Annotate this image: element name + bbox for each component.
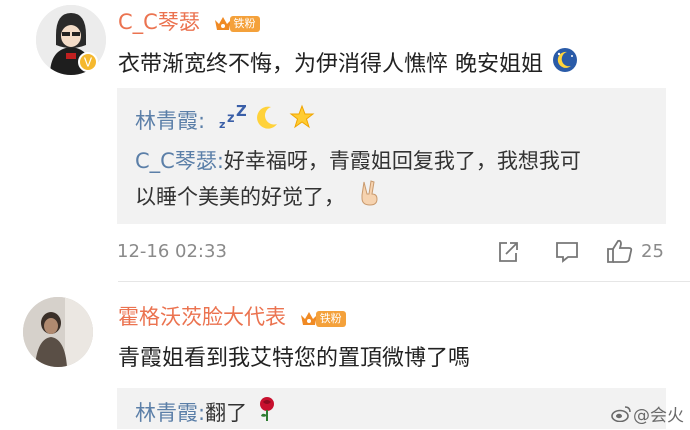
timestamp: 12-16 02:33: [117, 241, 227, 262]
victory-hand-icon: [356, 179, 382, 212]
comment-text-content: 青霞姐看到我艾特您的置頂微博了嗎: [118, 346, 471, 371]
badge-label: 铁粉: [315, 311, 346, 327]
reply-separator: :: [198, 109, 206, 133]
like-icon[interactable]: [606, 238, 634, 268]
svg-text:z: z: [227, 111, 235, 126]
reply-line: 以睡个美美的好觉了，: [135, 179, 382, 215]
watermark: @会火: [611, 401, 684, 427]
svg-text:z: z: [219, 118, 225, 130]
reply-line: 林青霞:翻了: [135, 396, 278, 430]
reply-author[interactable]: C_C琴瑟: [135, 149, 217, 173]
fan-badge: 铁粉: [213, 11, 260, 32]
comment-text: 青霞姐看到我艾特您的置頂微博了嗎: [118, 340, 470, 372]
verified-icon: V: [78, 52, 98, 76]
rose-icon: [256, 396, 278, 427]
username-text[interactable]: C_C琴瑟: [118, 10, 200, 34]
reply-text-continued: 以睡个美美的好觉了，: [135, 185, 345, 209]
badge-label: 铁粉: [229, 16, 260, 32]
weibo-logo-icon: [611, 405, 631, 427]
username[interactable]: C_C琴瑟 铁粉: [118, 6, 260, 36]
comment-icon[interactable]: [554, 240, 580, 268]
comment-text: 衣带渐宽终不悔，为伊消得人憔悴 晚安姐姐: [118, 46, 578, 81]
reply-box: 林青霞:翻了: [117, 388, 666, 429]
reply-box: 林青霞: zzZ C_C琴瑟:好幸福呀，青霞姐回复我了，我想我可 以睡个美美的好…: [117, 88, 666, 224]
avatar[interactable]: [23, 297, 93, 367]
reply-author[interactable]: 林青霞: [135, 109, 198, 133]
username-text[interactable]: 霍格沃茨脸大代表: [118, 305, 286, 329]
comment-item: V C_C琴瑟 铁粉 衣带渐宽终不悔，为伊消得人憔悴 晚安姐姐 林青霞: zzZ: [0, 0, 690, 285]
reply-text: 翻了: [205, 401, 248, 425]
divider: [118, 281, 690, 282]
watermark-text: @会火: [633, 406, 684, 426]
moon-icon: [254, 104, 280, 135]
like-count: 25: [641, 241, 664, 262]
zzz-icon: zzZ: [218, 102, 247, 135]
reply-separator: :: [216, 149, 224, 173]
comment-text-content: 衣带渐宽终不悔，为伊消得人憔悴 晚安姐姐: [118, 52, 543, 77]
svg-text:Z: Z: [236, 104, 246, 120]
fan-badge: 铁粉: [299, 306, 346, 327]
comment-item: 霍格沃茨脸大代表 铁粉 青霞姐看到我艾特您的置頂微博了嗎 林青霞:翻了: [0, 285, 690, 429]
reply-author[interactable]: 林青霞: [135, 401, 198, 425]
svg-text:V: V: [84, 56, 93, 70]
moon-emoji-icon: [552, 47, 578, 79]
share-icon[interactable]: [496, 240, 520, 268]
username[interactable]: 霍格沃茨脸大代表 铁粉: [118, 301, 346, 331]
star-icon: [289, 104, 315, 135]
reply-line: 林青霞: zzZ: [135, 102, 315, 138]
reply-text: 好幸福呀，青霞姐回复我了，我想我可: [223, 149, 581, 173]
reply-line: C_C琴瑟:好幸福呀，青霞姐回复我了，我想我可: [135, 145, 581, 175]
